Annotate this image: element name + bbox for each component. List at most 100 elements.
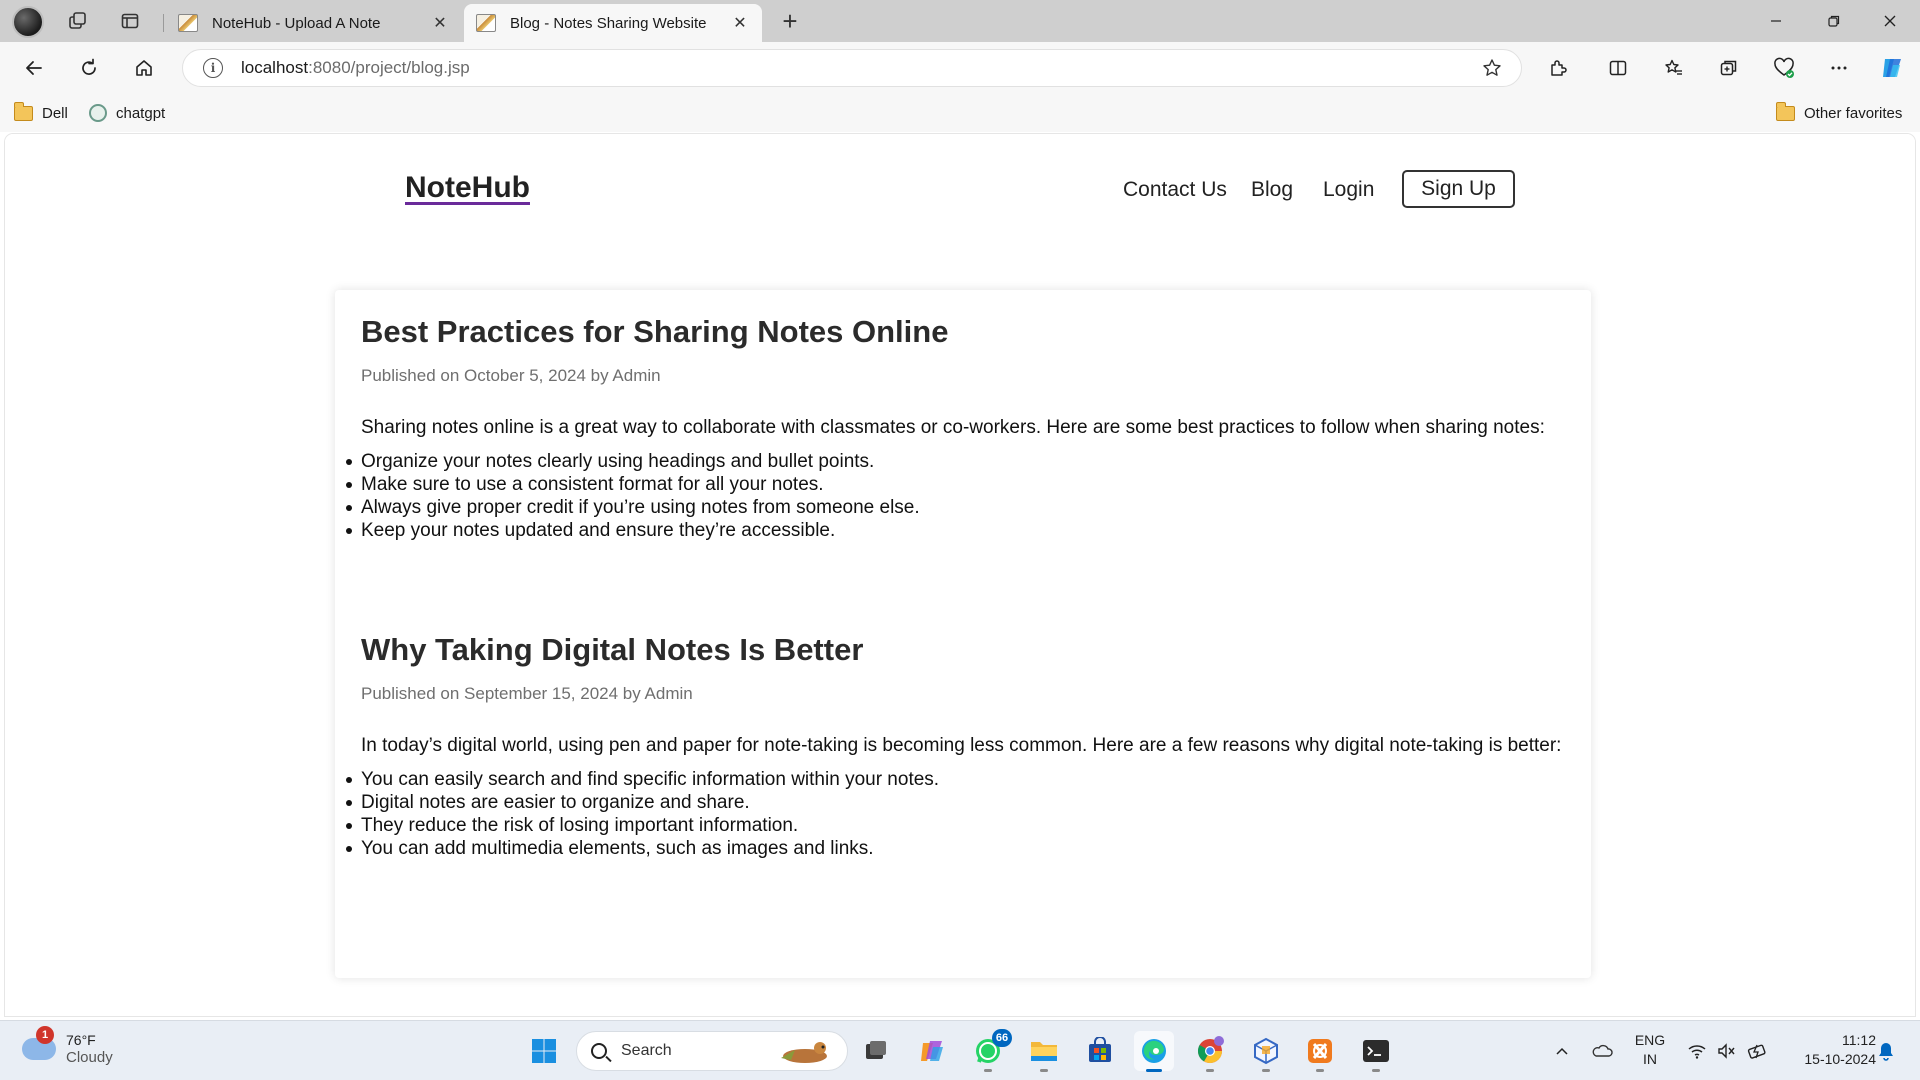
page-viewport: NoteHub Contact Us Blog Login Sign Up Be…: [5, 134, 1915, 1016]
other-favorites[interactable]: Other favorites: [1776, 101, 1902, 124]
back-button[interactable]: [16, 51, 52, 85]
terminal-icon[interactable]: [1356, 1031, 1396, 1072]
close-tab-icon[interactable]: ✕: [430, 13, 450, 33]
folder-icon: [1776, 101, 1795, 121]
split-screen-icon[interactable]: [1600, 51, 1636, 85]
restore-button[interactable]: [1806, 0, 1862, 42]
favorite-star-icon[interactable]: [1477, 58, 1507, 78]
post-list: You can easily search and find specific …: [346, 768, 1571, 860]
windows-taskbar: 1 76°F Cloudy Search 66 ENG IN 11:12 15-…: [0, 1020, 1920, 1080]
wifi-icon[interactable]: [1684, 1031, 1710, 1071]
running-indicator: [984, 1069, 992, 1072]
cloud-icon: 1: [22, 1026, 56, 1060]
folder-icon: [14, 101, 33, 121]
refresh-button[interactable]: [71, 51, 107, 85]
favorites-icon[interactable]: [1656, 51, 1692, 85]
chrome-icon[interactable]: [1190, 1031, 1230, 1072]
post-meta: Published on September 15, 2024 by Admin: [361, 684, 693, 703]
favorite-label: chatgpt: [116, 104, 166, 122]
list-item: Digital notes are easier to organize and…: [346, 791, 1571, 814]
xampp-icon[interactable]: [1300, 1031, 1340, 1072]
tab-title: Blog - Notes Sharing Website: [510, 14, 707, 32]
tab-upload-note[interactable]: NoteHub - Upload A Note ✕: [166, 4, 462, 42]
whatsapp-badge: 66: [992, 1029, 1012, 1047]
microsoft-store-icon[interactable]: [1080, 1031, 1120, 1071]
tab-title: NoteHub - Upload A Note: [212, 14, 381, 32]
minimize-button[interactable]: [1748, 0, 1804, 42]
copilot-app-icon[interactable]: [912, 1031, 952, 1071]
site-favicon-icon: [178, 14, 198, 32]
virtualbox-icon[interactable]: [1246, 1031, 1286, 1072]
favorite-dell[interactable]: Dell: [14, 101, 68, 124]
site-info-icon[interactable]: i: [203, 58, 223, 78]
file-explorer-icon[interactable]: [1024, 1031, 1064, 1072]
whatsapp-icon[interactable]: 66: [968, 1029, 1012, 1072]
search-label: Search: [621, 1042, 672, 1059]
tab-actions-icon[interactable]: [114, 6, 146, 36]
running-indicator: [1146, 1069, 1162, 1072]
url-host: localhost: [241, 58, 309, 77]
list-item: Keep your notes updated and ensure they’…: [346, 519, 1571, 542]
nav-blog[interactable]: Blog: [1251, 178, 1293, 202]
post-title: Why Taking Digital Notes Is Better: [361, 632, 864, 667]
workspaces-icon[interactable]: [62, 6, 94, 36]
volume-muted-icon[interactable]: [1714, 1031, 1740, 1071]
url-text: localhost:8080/project/blog.jsp: [241, 58, 1477, 78]
copilot-icon[interactable]: [1874, 51, 1910, 85]
extensions-icon[interactable]: [1540, 51, 1576, 85]
task-view-icon[interactable]: [856, 1031, 896, 1071]
search-icon: [591, 1043, 607, 1059]
taskbar-search[interactable]: Search: [576, 1031, 848, 1071]
show-hidden-icons[interactable]: [1550, 1031, 1574, 1071]
collections-icon[interactable]: [1711, 51, 1747, 85]
browser-tab-strip: NoteHub - Upload A Note ✕ Blog - Notes S…: [0, 0, 1920, 42]
blog-card: Best Practices for Sharing Notes Online …: [335, 290, 1591, 978]
edge-browser-icon[interactable]: [1134, 1031, 1174, 1072]
favorite-chatgpt[interactable]: chatgpt: [89, 102, 165, 124]
list-item: Always give proper credit if you’re usin…: [346, 496, 1571, 519]
running-indicator: [1372, 1069, 1380, 1072]
post-meta: Published on October 5, 2024 by Admin: [361, 366, 661, 385]
input-language[interactable]: ENG IN: [1630, 1031, 1670, 1069]
blog-post: Best Practices for Sharing Notes Online …: [346, 312, 1571, 542]
post-list: Organize your notes clearly using headin…: [346, 450, 1571, 542]
nav-contact-us[interactable]: Contact Us: [1123, 178, 1227, 202]
list-item: Organize your notes clearly using headin…: [346, 450, 1571, 473]
browser-toolbar: i localhost:8080/project/blog.jsp: [0, 42, 1920, 94]
tab-separator: [163, 14, 164, 32]
clock-date: 15-10-2024: [1804, 1051, 1876, 1067]
onedrive-icon[interactable]: [1588, 1031, 1616, 1071]
weather-desc: Cloudy: [66, 1049, 113, 1066]
favorite-label: Dell: [42, 104, 68, 122]
chatgpt-icon: [89, 104, 107, 122]
home-button[interactable]: [126, 51, 162, 85]
address-bar[interactable]: i localhost:8080/project/blog.jsp: [182, 49, 1522, 87]
new-tab-button[interactable]: +: [774, 6, 806, 36]
browser-essentials-icon[interactable]: [1766, 51, 1802, 85]
post-intro: In today’s digital world, using pen and …: [361, 735, 1562, 756]
start-button[interactable]: [524, 1031, 564, 1071]
clock-time: 11:12: [1842, 1032, 1876, 1048]
notifications-bell-icon[interactable]: [1872, 1031, 1900, 1071]
list-item: You can add multimedia elements, such as…: [346, 837, 1571, 860]
running-indicator: [1262, 1069, 1270, 1072]
battery-charging-icon[interactable]: [1744, 1031, 1772, 1071]
url-path: :8080/project/blog.jsp: [308, 58, 470, 77]
blog-post: Why Taking Digital Notes Is Better Publi…: [346, 630, 1571, 860]
running-indicator: [1316, 1069, 1324, 1072]
close-window-button[interactable]: [1862, 0, 1918, 42]
sign-up-button[interactable]: Sign Up: [1402, 170, 1515, 208]
tab-blog[interactable]: Blog - Notes Sharing Website ✕: [464, 4, 762, 42]
nav-login[interactable]: Login: [1323, 178, 1374, 202]
site-favicon-icon: [476, 14, 496, 32]
weather-text: 76°F Cloudy: [66, 1031, 113, 1067]
weather-widget[interactable]: 1 76°F Cloudy: [22, 1026, 113, 1067]
favorites-bar: Dell chatgpt Other favorites: [0, 94, 1920, 132]
more-options-icon[interactable]: [1821, 51, 1857, 85]
site-logo[interactable]: NoteHub: [405, 171, 530, 205]
list-item: They reduce the risk of losing important…: [346, 814, 1571, 837]
close-tab-icon[interactable]: ✕: [730, 13, 750, 33]
post-intro: Sharing notes online is a great way to c…: [361, 417, 1545, 438]
system-clock[interactable]: 11:12 15-10-2024: [1780, 1031, 1876, 1069]
profile-avatar[interactable]: [12, 6, 44, 38]
